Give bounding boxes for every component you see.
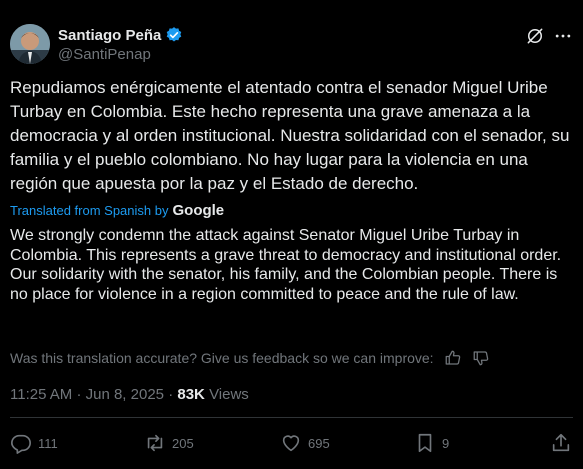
like-count: 695 bbox=[308, 435, 330, 451]
author-handle[interactable]: @SantiPenap bbox=[58, 46, 151, 63]
views-count[interactable]: 83K bbox=[177, 386, 205, 403]
share-button[interactable] bbox=[550, 432, 572, 454]
grok-icon[interactable] bbox=[525, 26, 545, 46]
tweet-date[interactable]: Jun 8, 2025 bbox=[86, 386, 164, 403]
bookmark-button[interactable]: 9 bbox=[414, 432, 449, 454]
more-icon[interactable] bbox=[553, 26, 573, 46]
meta-separator: · bbox=[168, 386, 174, 403]
tweet-time[interactable]: 11:25 AM bbox=[10, 386, 72, 403]
avatar[interactable] bbox=[10, 24, 50, 64]
reply-icon bbox=[11, 434, 31, 454]
tweet-header: Santiago Peña @SantiPenap bbox=[10, 22, 573, 66]
repost-button[interactable]: 205 bbox=[144, 432, 194, 454]
tweet-meta: 11:25 AM · Jun 8, 2025 · 83K Views bbox=[10, 386, 249, 403]
google-logo: Google bbox=[172, 202, 225, 219]
like-button[interactable]: 695 bbox=[280, 432, 330, 454]
translation-feedback: Was this translation accurate? Give us f… bbox=[10, 349, 490, 367]
author-name[interactable]: Santiago Peña bbox=[58, 27, 161, 44]
tweet-translation-text: We strongly condemn the attack against S… bbox=[10, 227, 562, 303]
reply-button[interactable]: 111 bbox=[10, 432, 58, 454]
like-icon bbox=[282, 435, 300, 452]
translation-attribution[interactable]: Translated from Spanish by Google bbox=[10, 202, 224, 219]
views-label: Views bbox=[209, 386, 249, 403]
translated-from-label: Translated from Spanish by bbox=[10, 203, 169, 218]
repost-count: 205 bbox=[172, 435, 194, 451]
action-bar: 111 205 695 9 bbox=[10, 432, 573, 458]
bookmark-icon bbox=[418, 433, 432, 453]
tweet-original-text: Repudiamos enérgicamente el atentado con… bbox=[10, 78, 570, 193]
reply-count: 111 bbox=[38, 435, 58, 451]
author-name-row: Santiago Peña bbox=[58, 26, 183, 44]
verified-badge-icon bbox=[167, 27, 182, 42]
meta-separator: · bbox=[76, 386, 82, 403]
share-icon bbox=[552, 433, 570, 452]
thumbs-down-icon[interactable] bbox=[472, 349, 490, 367]
feedback-prompt: Was this translation accurate? Give us f… bbox=[10, 350, 434, 366]
avatar-image bbox=[10, 24, 50, 64]
bookmark-count: 9 bbox=[442, 435, 450, 451]
thumbs-up-icon[interactable] bbox=[444, 349, 462, 367]
repost-icon bbox=[147, 434, 163, 452]
divider bbox=[10, 417, 573, 418]
